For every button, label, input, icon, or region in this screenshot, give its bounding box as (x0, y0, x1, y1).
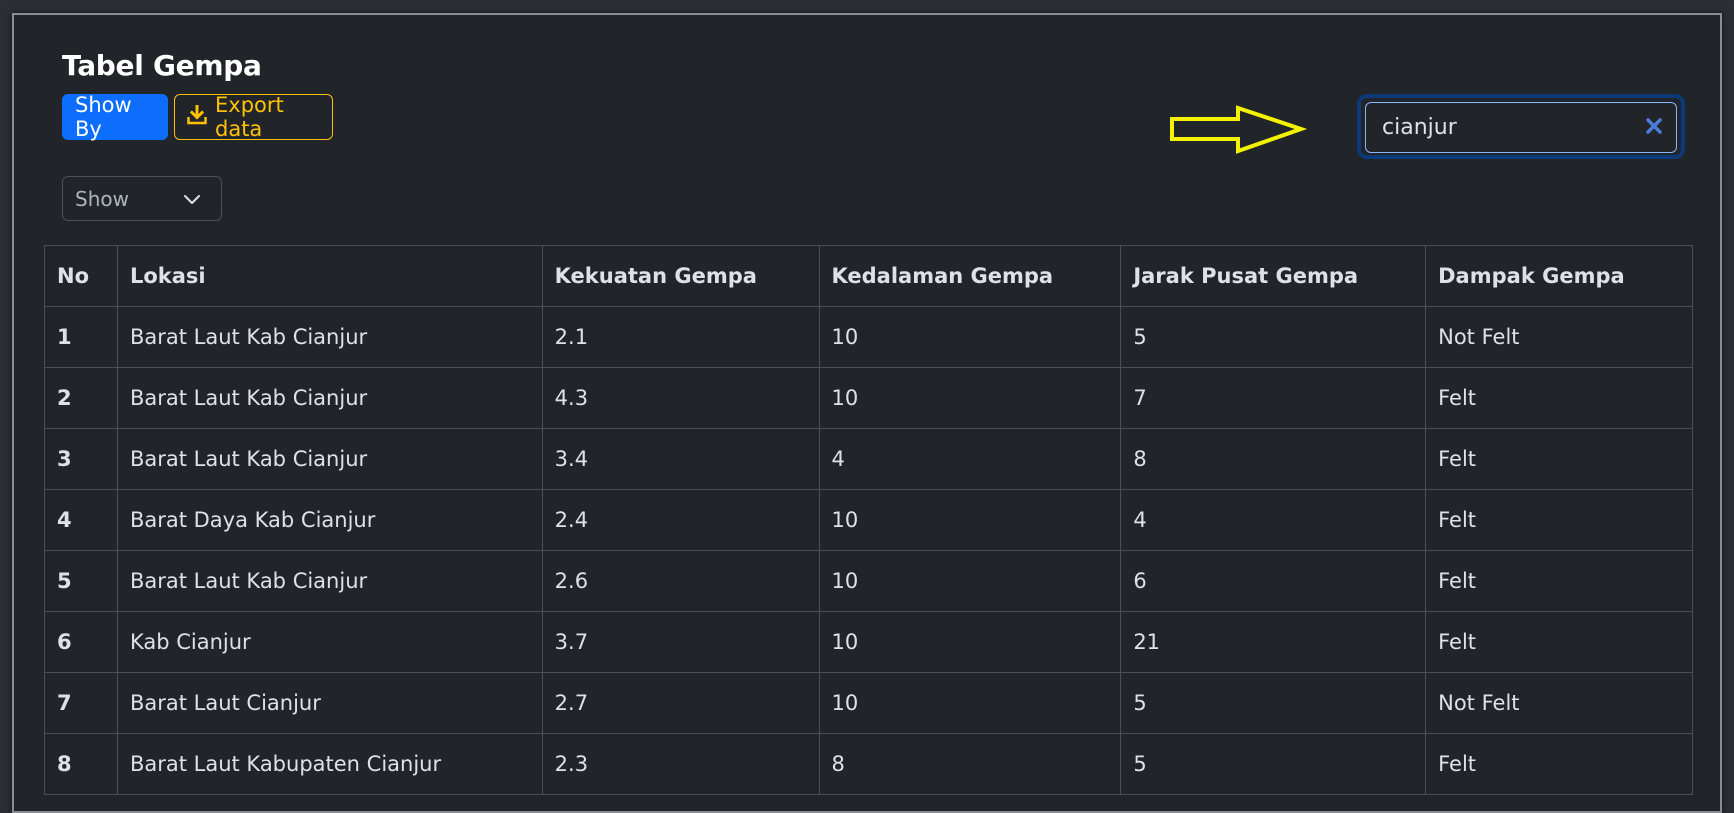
cell-jarak: 5 (1120, 306, 1427, 368)
export-data-button[interactable]: Export data (174, 93, 333, 141)
export-data-label: Export data (215, 93, 284, 141)
cell-dampak: Not Felt (1425, 306, 1693, 368)
cell-kedalaman: 10 (818, 306, 1122, 368)
cell-dampak: Felt (1425, 550, 1693, 612)
cell-kedalaman: 10 (818, 489, 1122, 551)
table-row: 1 Barat Laut Kab Cianjur 2.1 10 5 Not Fe… (44, 306, 1693, 368)
table-row: 6 Kab Cianjur 3.7 10 21 Felt (44, 611, 1693, 673)
table-row: 8 Barat Laut Kabupaten Cianjur 2.3 8 5 F… (44, 733, 1693, 795)
cell-lokasi: Barat Laut Kab Cianjur (116, 550, 543, 612)
table-row: 2 Barat Laut Kab Cianjur 4.3 10 7 Felt (44, 367, 1693, 429)
search-box (1357, 94, 1685, 159)
main-panel: Tabel Gempa Show By Export data Show cia… (12, 13, 1722, 813)
cell-jarak: 6 (1120, 550, 1427, 612)
download-icon (187, 104, 207, 130)
cell-dampak: Felt (1425, 367, 1693, 429)
cell-kekuatan: 3.4 (541, 428, 820, 490)
cell-kekuatan: 2.6 (541, 550, 820, 612)
table-header-row: No Lokasi Kekuatan Gempa Kedalaman Gempa… (44, 245, 1693, 307)
cell-kekuatan: 4.3 (541, 367, 820, 429)
cell-jarak: 4 (1120, 489, 1427, 551)
earthquake-table: No Lokasi Kekuatan Gempa Kedalaman Gempa… (44, 245, 1693, 795)
page-title: Tabel Gempa (62, 49, 262, 82)
cell-dampak: Felt (1425, 611, 1693, 673)
cell-no: 8 (44, 733, 118, 795)
table-row: 5 Barat Laut Kab Cianjur 2.6 10 6 Felt (44, 550, 1693, 612)
chevron-down-icon (183, 187, 201, 211)
cell-kedalaman: 10 (818, 672, 1122, 734)
cell-lokasi: Barat Laut Kab Cianjur (116, 306, 543, 368)
cell-no: 6 (44, 611, 118, 673)
cell-no: 1 (44, 306, 118, 368)
cell-jarak: 7 (1120, 367, 1427, 429)
cell-kekuatan: 2.3 (541, 733, 820, 795)
cell-no: 3 (44, 428, 118, 490)
column-header-dampak[interactable]: Dampak Gempa (1425, 245, 1693, 307)
cell-jarak: 5 (1120, 672, 1427, 734)
cell-dampak: Felt (1425, 733, 1693, 795)
cell-kekuatan: 2.4 (541, 489, 820, 551)
cell-lokasi: Barat Daya Kab Cianjur (116, 489, 543, 551)
cell-lokasi: Kab Cianjur (116, 611, 543, 673)
cell-kekuatan: 2.7 (541, 672, 820, 734)
show-select[interactable]: Show (62, 176, 222, 221)
column-header-kedalaman[interactable]: Kedalaman Gempa (818, 245, 1122, 307)
show-by-button[interactable]: Show By (62, 93, 168, 141)
cell-no: 5 (44, 550, 118, 612)
cell-kekuatan: 2.1 (541, 306, 820, 368)
cell-kedalaman: 4 (818, 428, 1122, 490)
cell-kedalaman: 10 (818, 367, 1122, 429)
cell-lokasi: Barat Laut Kab Cianjur (116, 428, 543, 490)
table-row: 3 Barat Laut Kab Cianjur 3.4 4 8 Felt (44, 428, 1693, 490)
cell-kekuatan: 3.7 (541, 611, 820, 673)
cell-jarak: 5 (1120, 733, 1427, 795)
arrow-right-icon (1169, 105, 1309, 169)
cell-jarak: 21 (1120, 611, 1427, 673)
cell-dampak: Felt (1425, 489, 1693, 551)
cell-lokasi: Barat Laut Kab Cianjur (116, 367, 543, 429)
close-icon[interactable] (1643, 115, 1665, 137)
column-header-no[interactable]: No (44, 245, 118, 307)
cell-no: 2 (44, 367, 118, 429)
column-header-lokasi[interactable]: Lokasi (116, 245, 543, 307)
column-header-kekuatan[interactable]: Kekuatan Gempa (541, 245, 820, 307)
cell-kedalaman: 10 (818, 611, 1122, 673)
cell-no: 4 (44, 489, 118, 551)
cell-kedalaman: 10 (818, 550, 1122, 612)
table-row: 4 Barat Daya Kab Cianjur 2.4 10 4 Felt (44, 489, 1693, 551)
cell-jarak: 8 (1120, 428, 1427, 490)
search-input[interactable] (1365, 102, 1677, 153)
show-select-value: Show (75, 186, 129, 211)
cell-kedalaman: 8 (818, 733, 1122, 795)
column-header-jarak[interactable]: Jarak Pusat Gempa (1120, 245, 1427, 307)
cell-dampak: Not Felt (1425, 672, 1693, 734)
cell-dampak: Felt (1425, 428, 1693, 490)
cell-lokasi: Barat Laut Cianjur (116, 672, 543, 734)
cell-no: 7 (44, 672, 118, 734)
cell-lokasi: Barat Laut Kabupaten Cianjur (116, 733, 543, 795)
table-row: 7 Barat Laut Cianjur 2.7 10 5 Not Felt (44, 672, 1693, 734)
